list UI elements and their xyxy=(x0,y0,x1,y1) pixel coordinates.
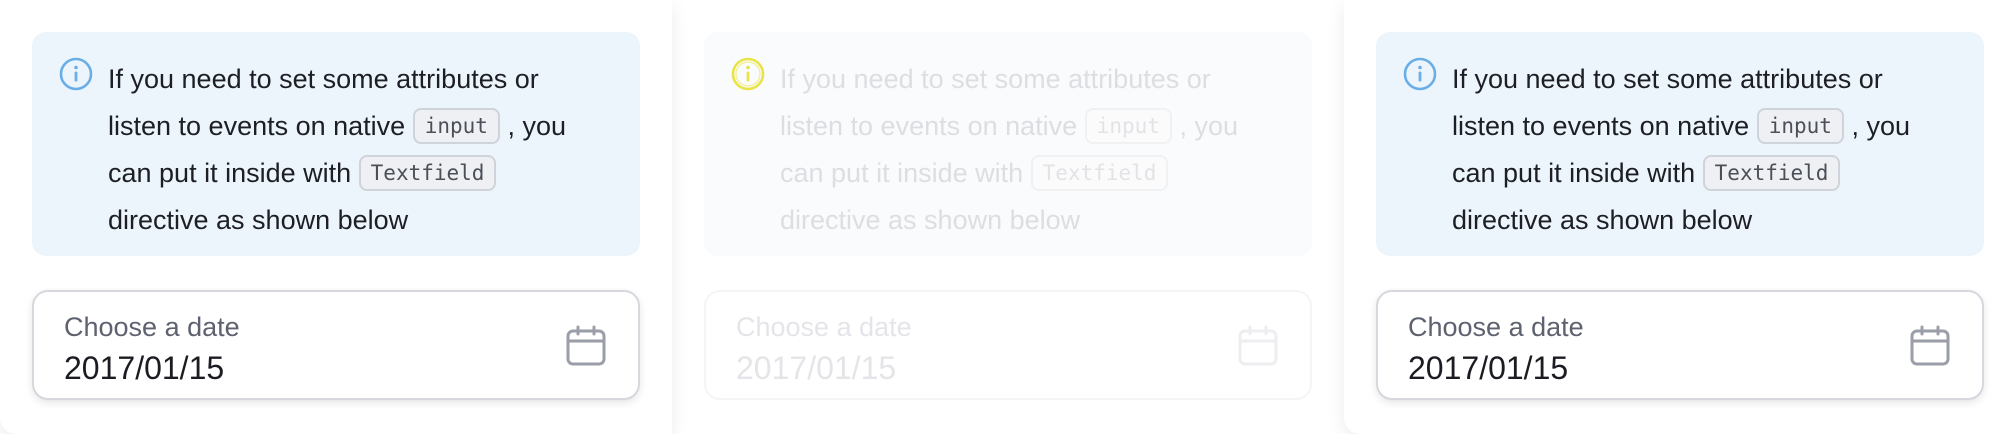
info-icon xyxy=(59,57,93,91)
date-field-value[interactable]: 2017/01/15 xyxy=(64,346,608,390)
info-text: If you need to set some attributes or li… xyxy=(1452,56,1946,244)
date-field-value[interactable]: 2017/01/15 xyxy=(736,346,1280,390)
date-field-value[interactable]: 2017/01/15 xyxy=(1408,346,1952,390)
panel-content: If you need to set some attributes or li… xyxy=(32,32,640,400)
info-text: If you need to set some attributes or li… xyxy=(108,56,602,244)
info-text-part: directive as shown below xyxy=(1452,205,1753,235)
date-field[interactable]: Choose a date 2017/01/15 xyxy=(1376,290,1984,400)
panel-content: If you need to set some attributes or li… xyxy=(1376,32,1984,400)
info-notification: If you need to set some attributes or li… xyxy=(1376,32,1984,256)
info-icon xyxy=(731,57,765,91)
code-textfield: Textfield xyxy=(1030,155,1169,191)
info-text-part: directive as shown below xyxy=(108,205,409,235)
info-text: If you need to set some attributes or li… xyxy=(780,56,1274,244)
code-textfield: Textfield xyxy=(1702,155,1841,191)
date-field-label: Choose a date xyxy=(736,312,912,342)
panel-faded: If you need to set some attributes or li… xyxy=(672,0,1344,434)
calendar-icon[interactable] xyxy=(564,324,608,368)
calendar-icon[interactable] xyxy=(1236,324,1280,368)
info-notification: If you need to set some attributes or li… xyxy=(32,32,640,256)
info-icon xyxy=(1403,57,1437,91)
date-field-label: Choose a date xyxy=(1408,312,1584,342)
code-textfield: Textfield xyxy=(358,155,497,191)
info-notification: If you need to set some attributes or li… xyxy=(704,32,1312,256)
date-field-label: Choose a date xyxy=(64,312,240,342)
panel-default-1: If you need to set some attributes or li… xyxy=(0,0,672,434)
panel-content: If you need to set some attributes or li… xyxy=(704,32,1312,400)
code-input: input xyxy=(1084,108,1172,144)
calendar-icon[interactable] xyxy=(1908,324,1952,368)
code-input: input xyxy=(412,108,500,144)
code-input: input xyxy=(1756,108,1844,144)
info-text-part: directive as shown below xyxy=(780,205,1081,235)
panel-default-2: If you need to set some attributes or li… xyxy=(1344,0,2016,434)
date-field[interactable]: Choose a date 2017/01/15 xyxy=(32,290,640,400)
date-field[interactable]: Choose a date 2017/01/15 xyxy=(704,290,1312,400)
